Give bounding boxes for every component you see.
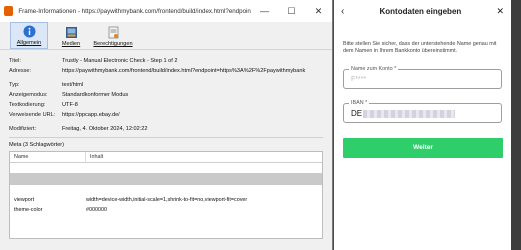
info-title-value: Trustly - Manual Electronic Check - Step… [62, 58, 178, 64]
tab-berechtigungen-label: Berechtigungen [93, 41, 133, 47]
scrollbar[interactable] [511, 0, 521, 250]
meta-table[interactable]: Name Inhalt viewport width=device-width,… [9, 151, 323, 239]
tab-allgemein-label: Allgemein [16, 40, 42, 46]
info-modified-value: Freitag, 4. Oktober 2024, 12:02:22 [62, 126, 148, 132]
iban-label: IBAN * [349, 100, 370, 106]
meta-table-header: Name Inhalt [10, 152, 322, 163]
close-button[interactable]: ✕ [305, 0, 332, 22]
continue-button[interactable]: Weiter [343, 138, 503, 158]
maximize-button[interactable]: ☐ [278, 0, 305, 22]
bank-dialog-backdrop: ‹ Kontodaten eingeben ✕ Bitte stellen Si… [334, 0, 521, 250]
account-name-value: F**** [351, 76, 367, 83]
table-row[interactable]: theme-color #000000 [10, 205, 322, 215]
bank-details-dialog: ‹ Kontodaten eingeben ✕ Bitte stellen Si… [334, 0, 511, 250]
info-encoding-key: Textkodierung: [9, 102, 46, 108]
info-referrer-row: Verweisende URL: https://ppcapp.ebay.de/ [9, 110, 323, 120]
minimize-button[interactable]: — [251, 0, 278, 22]
meta-name-cell: viewport [14, 197, 35, 203]
general-info: Titel: Trustly - Manual Electronic Check… [0, 50, 332, 239]
info-address-value: https://paywithmybank.com/frontend/build… [62, 68, 306, 74]
info-icon [23, 25, 36, 38]
dialog-title: Kontodaten eingeben [379, 6, 462, 16]
dialog-description: Bitte stellen Sie sicher, dass der unter… [343, 41, 497, 54]
info-referrer-key: Verweisende URL: [9, 112, 56, 118]
info-address-key: Adresse: [9, 68, 32, 74]
info-address-row: Adresse: https://paywithmybank.com/front… [9, 66, 323, 76]
close-icon[interactable]: ✕ [496, 6, 504, 17]
permissions-icon [107, 26, 120, 39]
column-header-name[interactable]: Name [10, 152, 86, 162]
iban-redaction [363, 110, 455, 118]
tab-medien[interactable]: Medien [52, 22, 90, 49]
tab-berechtigungen[interactable]: Berechtigungen [93, 22, 133, 49]
tab-medien-label: Medien [61, 41, 81, 47]
column-header-content[interactable]: Inhalt [86, 152, 322, 162]
info-type-row: Typ: text/html [9, 80, 323, 90]
iban-prefix: DE [351, 109, 363, 118]
divider [9, 137, 323, 138]
meta-section-title: Meta (3 Schlagwörter) [9, 142, 65, 148]
window-titlebar: Frame-Informationen - https://paywithmyb… [0, 0, 332, 22]
dialog-header: ‹ Kontodaten eingeben ✕ [334, 0, 511, 22]
info-encoding-value: UTF-8 [62, 102, 78, 108]
firefox-icon [4, 6, 14, 16]
info-mode-value: Standardkonformer Modus [62, 92, 129, 98]
info-type-key: Typ: [9, 82, 20, 88]
info-mode-key: Anzeigemodus: [9, 92, 48, 98]
info-modified-row: Modifiziert: Freitag, 4. Oktober 2024, 1… [9, 124, 323, 134]
account-name-field[interactable]: Name zum Konto * F**** [343, 66, 502, 89]
back-chevron-icon[interactable]: ‹ [341, 6, 344, 17]
screen: Frame-Informationen - https://paywithmyb… [0, 0, 521, 250]
tab-toolbar: Allgemein Medien Berechtigungen [0, 22, 332, 50]
account-name-label: Name zum Konto * [349, 66, 399, 72]
info-title-key: Titel: [9, 58, 21, 64]
info-modified-key: Modifiziert: [9, 126, 37, 132]
info-type-value: text/html [62, 82, 84, 88]
frame-info-window: Frame-Informationen - https://paywithmyb… [0, 0, 333, 250]
info-encoding-row: Textkodierung: UTF-8 [9, 100, 323, 110]
table-row[interactable]: viewport width=device-width,initial-scal… [10, 195, 322, 205]
media-icon [65, 26, 78, 39]
info-mode-row: Anzeigemodus: Standardkonformer Modus [9, 90, 323, 100]
window-title: Frame-Informationen - https://paywithmyb… [18, 7, 251, 15]
meta-name-cell: theme-color [14, 207, 43, 213]
iban-field[interactable]: IBAN * DE [343, 100, 502, 123]
meta-content-cell: width=device-width,initial-scale=1,shrin… [86, 197, 248, 203]
window-controls: — ☐ ✕ [251, 0, 332, 22]
info-referrer-value: https://ppcapp.ebay.de/ [62, 112, 120, 118]
table-row-selected[interactable] [10, 173, 322, 185]
info-title-row: Titel: Trustly - Manual Electronic Check… [9, 56, 323, 66]
tab-allgemein[interactable]: Allgemein [10, 22, 48, 49]
meta-content-cell: #000000 [86, 207, 107, 213]
